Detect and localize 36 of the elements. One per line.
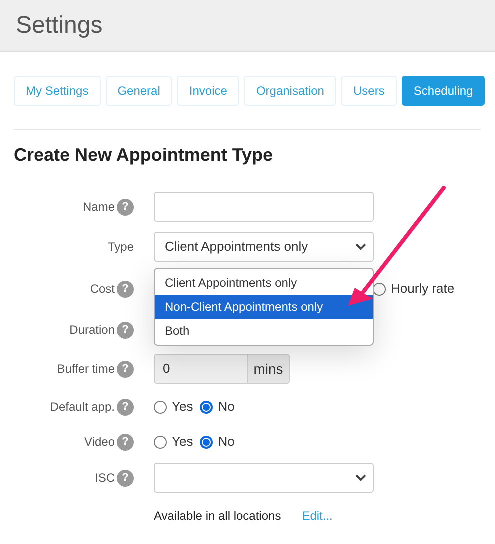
edit-link[interactable]: Edit... — [302, 507, 333, 525]
radio-label: No — [218, 433, 235, 452]
select-field[interactable]: Client Appointments only — [154, 232, 374, 262]
radio-label: Yes — [172, 433, 194, 452]
dropdown-option[interactable]: Non-Client Appointments only — [155, 295, 373, 319]
settings-tab[interactable]: Invoice — [177, 76, 240, 106]
help-icon[interactable]: ? — [117, 198, 134, 216]
settings-tab[interactable]: Scheduling — [402, 76, 486, 106]
field-label: Type — [108, 239, 134, 256]
settings-tab[interactable]: My Settings — [14, 76, 101, 106]
help-icon[interactable]: ? — [117, 322, 134, 338]
field-label: Default app. — [50, 399, 115, 416]
field-label: Video — [84, 434, 115, 451]
page-title: Settings — [16, 10, 103, 40]
help-icon[interactable]: ? — [117, 398, 134, 416]
section-heading: Create New Appointment Type — [14, 144, 274, 167]
help-icon[interactable]: ? — [117, 360, 134, 378]
dropdown-option[interactable]: Both — [155, 319, 373, 343]
settings-tab[interactable]: General — [106, 76, 172, 106]
radio-label: Hourly rate — [391, 280, 455, 298]
settings-tab[interactable]: Organisation — [244, 76, 336, 106]
field-label: Cost — [90, 281, 115, 298]
field-label: Name — [82, 199, 115, 216]
number-field[interactable]: 0 — [154, 354, 248, 384]
field-label: ISC — [94, 470, 115, 487]
unit-label: mins — [248, 354, 290, 384]
help-icon[interactable]: ? — [117, 434, 134, 450]
field-label: Duration — [70, 322, 115, 339]
radio-label: No — [218, 398, 235, 416]
dropdown-option[interactable]: Client Appointments only — [155, 271, 373, 295]
field-label: Buffer time — [57, 361, 115, 378]
settings-tab[interactable]: Users — [341, 76, 397, 106]
radio-label: Yes — [172, 398, 194, 416]
help-icon[interactable]: ? — [117, 280, 134, 298]
help-icon[interactable]: ? — [117, 470, 134, 486]
locations-note: Available in all locations — [154, 508, 282, 525]
